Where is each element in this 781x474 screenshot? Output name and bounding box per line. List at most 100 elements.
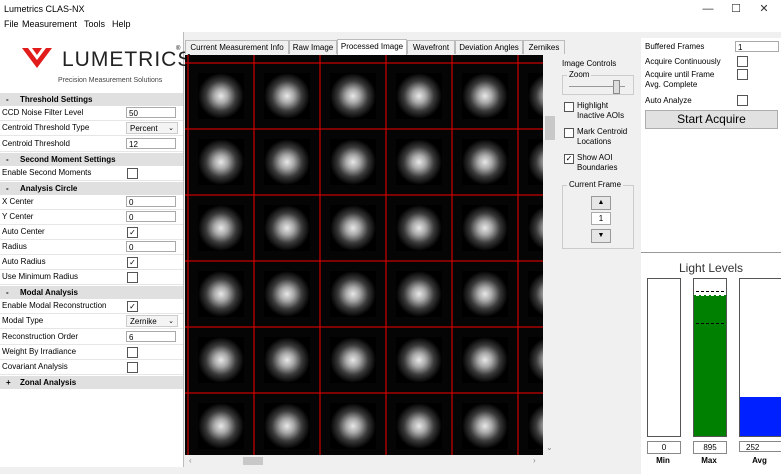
section-second-moment[interactable]: - Second Moment Settings [0, 153, 183, 166]
enable-modal-checkbox[interactable]: ✓ [127, 301, 138, 312]
tab-deviation-angles[interactable]: Deviation Angles [455, 40, 523, 54]
current-frame-label: Current Frame [567, 180, 624, 189]
start-acquire-button[interactable]: Start Acquire [645, 110, 778, 129]
prop-auto-center: Auto Center ✓ [0, 225, 183, 240]
auto-analyze-checkbox[interactable] [737, 95, 748, 106]
auto-analyze-label: Auto Analyze [645, 96, 692, 105]
frame-up-button[interactable]: ▲ [591, 196, 611, 210]
modal-type-select[interactable]: Zernike ⌄ [126, 315, 178, 327]
zoom-label: Zoom [567, 70, 592, 79]
prop-centroid-threshold: Centroid Threshold 12 [0, 137, 183, 152]
lumetrics-logo-icon [22, 48, 52, 68]
weight-irr-checkbox[interactable] [127, 347, 138, 358]
avg-level-label: Avg [752, 456, 767, 465]
mark-centroid-checkbox[interactable] [564, 128, 574, 138]
acquire-continuously-label: Acquire Continuously [645, 57, 721, 66]
logo-wordmark: LUMETRICS [62, 48, 193, 71]
covariant-checkbox[interactable] [127, 362, 138, 373]
menu-help[interactable]: Help [112, 19, 131, 29]
prop-recon-order: Reconstruction Order 6 [0, 330, 183, 345]
ccd-noise-input[interactable]: 50 [126, 107, 176, 118]
show-aoi-checkbox[interactable]: ✓ [564, 154, 574, 164]
section-analysis-circle[interactable]: - Analysis Circle [0, 182, 183, 195]
tab-zernikes[interactable]: Zernikes [523, 40, 565, 54]
prop-radius: Radius 0 [0, 240, 183, 255]
max-level-value: 895 [693, 441, 727, 454]
acquire-until-checkbox[interactable] [737, 69, 748, 80]
prop-auto-radius: Auto Radius ✓ [0, 255, 183, 270]
frame-down-button[interactable]: ▼ [591, 229, 611, 243]
scroll-right-icon[interactable]: › [533, 456, 536, 465]
avg-level-bar [739, 278, 781, 437]
frame-number-input[interactable]: 1 [591, 212, 611, 225]
tab-wavefront[interactable]: Wavefront [407, 40, 455, 54]
highlight-checkbox[interactable] [564, 102, 574, 112]
light-levels-panel: Light Levels 0 Min 895 Max 252 Avg [641, 252, 781, 474]
close-button[interactable]: ✕ [750, 2, 778, 16]
max-level-label: Max [701, 456, 717, 465]
window-title: Lumetrics CLAS-NX [4, 4, 85, 14]
spot-image [185, 55, 543, 455]
auto-center-checkbox[interactable]: ✓ [127, 227, 138, 238]
scroll-left-icon[interactable]: ‹ [189, 456, 192, 465]
current-frame-group: Current Frame ▲ 1 ▼ [562, 180, 634, 249]
min-level-bar [647, 278, 681, 437]
maximize-button[interactable]: ☐ [722, 2, 750, 16]
tab-raw-image[interactable]: Raw Image [289, 40, 337, 54]
image-controls-panel: Image Controls Zoom Highlight Inactive A… [558, 55, 638, 455]
tab-processed-image[interactable]: Processed Image [337, 39, 407, 55]
prop-weight-irr: Weight By Irradiance [0, 345, 183, 360]
menu-measurement[interactable]: Measurement [22, 19, 77, 29]
prop-enable-second: Enable Second Moments [0, 166, 183, 181]
app-window: Lumetrics CLAS-NX — ☐ ✕ File Measurement… [0, 0, 781, 474]
max-level-fill [694, 294, 726, 436]
buffered-frames-input[interactable]: 1 [735, 41, 779, 52]
image-vertical-scrollbar[interactable]: ⌄ [543, 55, 557, 455]
centroid-threshold-input[interactable]: 12 [126, 138, 176, 149]
section-threshold[interactable]: - Threshold Settings [0, 93, 183, 106]
image-horizontal-scrollbar[interactable]: ‹ › [185, 455, 543, 467]
prop-x-center: X Center 0 [0, 195, 183, 210]
recon-order-input[interactable]: 6 [126, 331, 176, 342]
prop-ccd-noise: CCD Noise Filter Level 50 [0, 106, 183, 121]
light-levels-title: Light Levels [679, 261, 744, 275]
acquire-continuously-checkbox[interactable] [737, 56, 748, 67]
logo-reg: ® [176, 46, 181, 52]
vertical-scroll-thumb[interactable] [545, 116, 555, 140]
minimize-button[interactable]: — [694, 2, 722, 16]
horizontal-scroll-thumb[interactable] [243, 457, 263, 465]
max-level-bar [693, 278, 727, 437]
enable-second-checkbox[interactable] [127, 168, 138, 179]
max-marker-line-2 [696, 295, 724, 296]
image-controls-title: Image Controls [562, 59, 617, 68]
menu-bar: File Measurement Tools Help [0, 18, 781, 32]
menu-file[interactable]: File [4, 19, 19, 29]
avg-level-fill [740, 396, 781, 436]
chevron-down-icon: ⌄ [168, 125, 174, 132]
centroid-type-select[interactable]: Percent ⌄ [126, 122, 178, 134]
x-center-input[interactable]: 0 [126, 196, 176, 207]
zoom-slider[interactable] [613, 80, 620, 94]
radius-input[interactable]: 0 [126, 241, 176, 252]
settings-panel: LUMETRICS ® Precision Measurement Soluti… [0, 32, 191, 474]
status-bar [0, 467, 641, 474]
min-level-label: Min [656, 456, 670, 465]
auto-radius-checkbox[interactable]: ✓ [127, 257, 138, 268]
threshold-marker-line [696, 323, 724, 324]
acquire-until-label: Acquire until Frame Avg. Complete [645, 70, 715, 89]
min-level-value: 0 [647, 441, 681, 454]
use-min-radius-checkbox[interactable] [127, 272, 138, 283]
prop-covariant: Covariant Analysis [0, 360, 183, 375]
tab-current-measurement[interactable]: Current Measurement Info [185, 40, 289, 54]
y-center-input[interactable]: 0 [126, 211, 176, 222]
section-zonal[interactable]: + Zonal Analysis [0, 376, 183, 389]
section-modal[interactable]: - Modal Analysis [0, 286, 183, 299]
prop-y-center: Y Center 0 [0, 210, 183, 225]
prop-enable-modal: Enable Modal Reconstruction ✓ [0, 299, 183, 314]
scroll-down-icon[interactable]: ⌄ [546, 443, 553, 452]
menu-tools[interactable]: Tools [84, 19, 105, 29]
prop-use-min-radius: Use Minimum Radius [0, 270, 183, 285]
buffered-frames-label: Buffered Frames [645, 42, 705, 51]
logo-tagline: Precision Measurement Solutions [58, 77, 163, 84]
processed-image-view[interactable] [185, 55, 543, 455]
